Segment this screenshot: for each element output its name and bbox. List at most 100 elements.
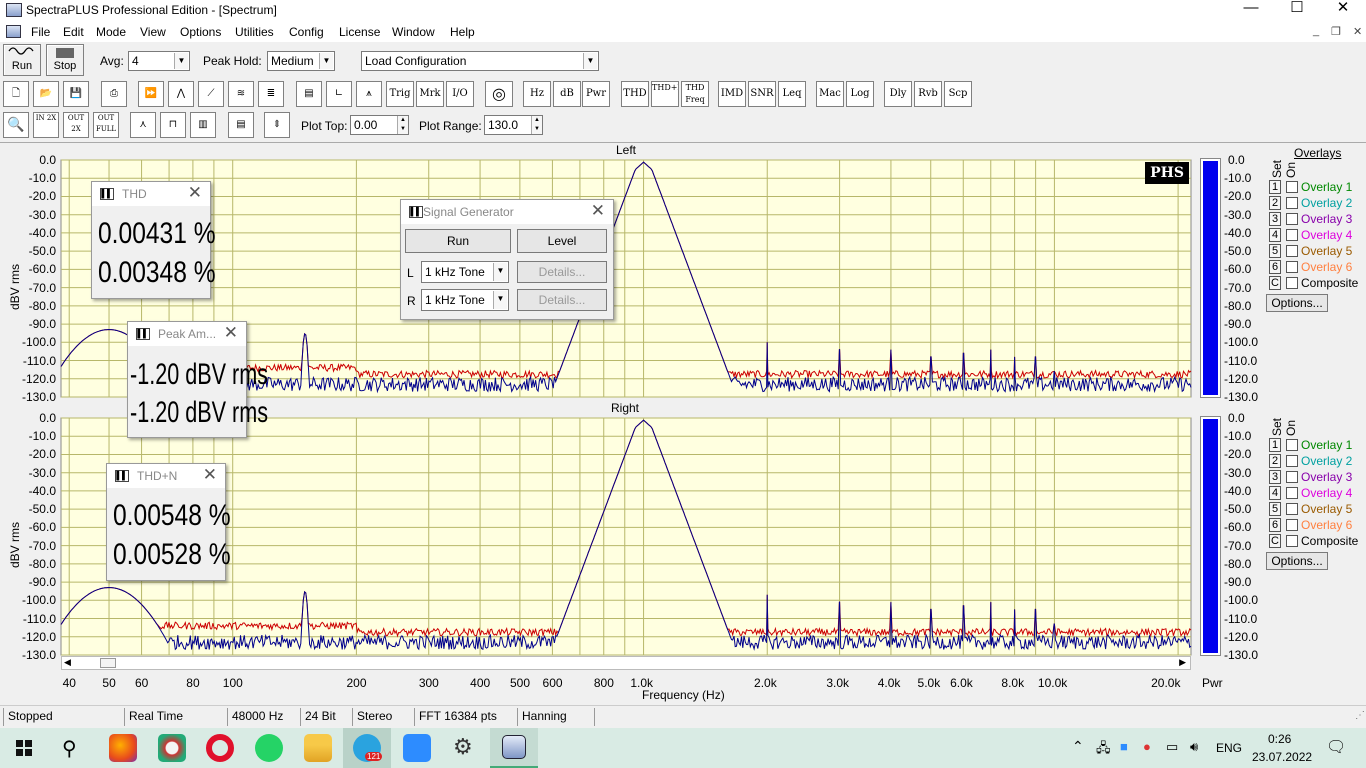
meter-tick-label: -110.0: [1224, 611, 1258, 626]
zoom-icon[interactable]: [403, 734, 431, 762]
signal-generator-popup[interactable]: ▌▌ Signal Generator ✕ Run Level L 1 kHz To…: [400, 199, 614, 320]
generator-right-select[interactable]: 1 kHz Tone ▼: [421, 289, 509, 311]
overlay-label-4: Overlay 4: [1301, 228, 1353, 242]
meter-tick-label: -60.0: [1224, 262, 1252, 277]
meter-tick-label: -80.0: [1224, 298, 1252, 313]
peak-amplitude-popup[interactable]: ▌▌ Peak Am... ✕ -1.20 dBV rms -1.20 dBV rm…: [127, 321, 268, 438]
pause-icon[interactable]: ▌▌: [136, 328, 150, 340]
status-mode: Real Time: [124, 708, 227, 726]
x-tick-label: 8.0k: [1001, 676, 1025, 690]
overlay-checkbox-4[interactable]: [1286, 229, 1298, 241]
generator-right-details-button[interactable]: Details...: [517, 289, 607, 311]
meter-tick-label: -30.0: [1224, 207, 1252, 222]
overlay-set-button-5[interactable]: 5: [1269, 502, 1281, 516]
close-icon[interactable]: ✕: [591, 201, 605, 221]
overlay-checkbox-1[interactable]: [1286, 439, 1298, 451]
monitor-icon[interactable]: ▭: [1166, 739, 1178, 755]
scroll-right-icon[interactable]: ▶: [1179, 657, 1186, 668]
whatsapp-icon[interactable]: [255, 734, 283, 762]
firefox-icon[interactable]: [109, 734, 137, 762]
language-indicator[interactable]: ENG: [1216, 741, 1242, 755]
search-icon[interactable]: ⚲: [62, 736, 77, 761]
pause-icon[interactable]: ▌▌: [100, 188, 114, 200]
overlay-set-button-6[interactable]: 6: [1269, 518, 1281, 532]
overlay-options-button-right[interactable]: Options...: [1266, 552, 1328, 570]
x-tick-label: 4.0k: [877, 676, 901, 690]
meter-tick-label: -40.0: [1224, 483, 1252, 498]
overlay-checkbox-2[interactable]: [1286, 197, 1298, 209]
resize-grip-icon[interactable]: ⋰: [1355, 710, 1365, 721]
overlay-set-button-4[interactable]: 4: [1269, 486, 1281, 500]
generator-left-details-button[interactable]: Details...: [517, 261, 607, 283]
overlay-label-1: Overlay 1: [1301, 180, 1353, 194]
overlay-set-button-C[interactable]: C: [1269, 276, 1281, 290]
overlay-checkbox-2[interactable]: [1286, 455, 1298, 467]
network-icon[interactable]: 🖧: [1096, 739, 1111, 761]
overlay-label-2: Overlay 2: [1301, 454, 1353, 468]
file-explorer-icon[interactable]: [304, 734, 332, 762]
pause-icon[interactable]: ▌▌: [409, 206, 423, 218]
generator-left-select[interactable]: 1 kHz Tone ▼: [421, 261, 509, 283]
zoom-tray-icon[interactable]: ■: [1120, 739, 1128, 754]
overlay-options-button-left[interactable]: Options...: [1266, 294, 1328, 312]
volume-icon[interactable]: 🔊︎: [1190, 739, 1198, 755]
overlay-checkbox-C[interactable]: [1286, 277, 1298, 289]
windows-start-icon[interactable]: [16, 740, 32, 756]
overlay-set-button-1[interactable]: 1: [1269, 438, 1281, 452]
overlay-checkbox-1[interactable]: [1286, 181, 1298, 193]
thd-n-popup[interactable]: ▌▌ THD+N ✕ 0.00548 % 0.00528 %: [106, 463, 231, 581]
x-tick-label: 500: [509, 676, 531, 690]
overlay-checkbox-6[interactable]: [1286, 261, 1298, 273]
overlay-set-button-1[interactable]: 1: [1269, 180, 1281, 194]
overlay-checkbox-4[interactable]: [1286, 487, 1298, 499]
telegram-taskbar-item[interactable]: 121: [343, 728, 391, 768]
overlay-checkbox-6[interactable]: [1286, 519, 1298, 531]
overlay-label-3: Overlay 3: [1301, 470, 1353, 484]
overlay-set-button-3[interactable]: 3: [1269, 212, 1281, 226]
x-tick-label: 300: [418, 676, 439, 690]
popup-header[interactable]: ▌▌ Peak Am... ✕: [128, 322, 246, 346]
meter-tick-label: -30.0: [1224, 465, 1252, 480]
spectraplus-taskbar-item[interactable]: [490, 728, 538, 768]
close-icon[interactable]: ✕: [188, 183, 202, 203]
generator-level-button[interactable]: Level: [517, 229, 607, 253]
x-tick-label: 80: [186, 676, 200, 690]
taskbar: ⚲ 121 ⚙ ⌃ 🖧 ■ ● ▭ 🔊︎ ENG 0:26 23.07.2022…: [0, 728, 1366, 768]
pause-icon[interactable]: ▌▌: [115, 470, 129, 482]
clock-time[interactable]: 0:26: [1268, 732, 1291, 746]
thd-popup[interactable]: ▌▌ THD ✕ 0.00431 % 0.00348 %: [91, 181, 216, 299]
close-icon[interactable]: ✕: [203, 465, 217, 485]
popup-header[interactable]: ▌▌ THD+N ✕: [107, 464, 225, 488]
scroll-thumb[interactable]: [100, 658, 116, 668]
generator-run-button[interactable]: Run: [405, 229, 511, 253]
meter-tick-label: -20.0: [1224, 189, 1252, 204]
opera-icon[interactable]: [206, 734, 234, 762]
settings-gear-icon[interactable]: ⚙: [453, 734, 473, 760]
overlay-checkbox-C[interactable]: [1286, 535, 1298, 547]
overlay-set-button-4[interactable]: 4: [1269, 228, 1281, 242]
app-settings-icon[interactable]: [158, 734, 186, 762]
overlay-set-button-3[interactable]: 3: [1269, 470, 1281, 484]
overlay-checkbox-3[interactable]: [1286, 213, 1298, 225]
tray-app-icon[interactable]: ●: [1143, 739, 1151, 754]
notifications-icon[interactable]: 🗨: [1326, 737, 1346, 757]
overlay-set-button-2[interactable]: 2: [1269, 196, 1281, 210]
popup-header[interactable]: ▌▌ THD ✕: [92, 182, 210, 206]
thd-n-left-value: 0.00548 %: [113, 499, 231, 532]
chevron-up-icon[interactable]: ⌃: [1072, 738, 1084, 755]
overlay-checkbox-5[interactable]: [1286, 503, 1298, 515]
scroll-left-icon[interactable]: ◀: [64, 657, 71, 668]
close-icon[interactable]: ✕: [224, 323, 238, 343]
overlay-set-button-C[interactable]: C: [1269, 534, 1281, 548]
overlay-set-button-5[interactable]: 5: [1269, 244, 1281, 258]
overlay-set-button-6[interactable]: 6: [1269, 260, 1281, 274]
overlay-checkbox-5[interactable]: [1286, 245, 1298, 257]
overlay-checkbox-3[interactable]: [1286, 471, 1298, 483]
horizontal-scrollbar[interactable]: ◀ ▶: [61, 656, 1191, 670]
meter-tick-label: -110.0: [1224, 353, 1258, 368]
x-tick-label: 60: [134, 676, 149, 690]
popup-header[interactable]: ▌▌ Signal Generator ✕: [401, 200, 613, 224]
clock-date[interactable]: 23.07.2022: [1252, 750, 1312, 764]
overlay-set-button-2[interactable]: 2: [1269, 454, 1281, 468]
overlay-label-C: Composite: [1301, 276, 1359, 290]
